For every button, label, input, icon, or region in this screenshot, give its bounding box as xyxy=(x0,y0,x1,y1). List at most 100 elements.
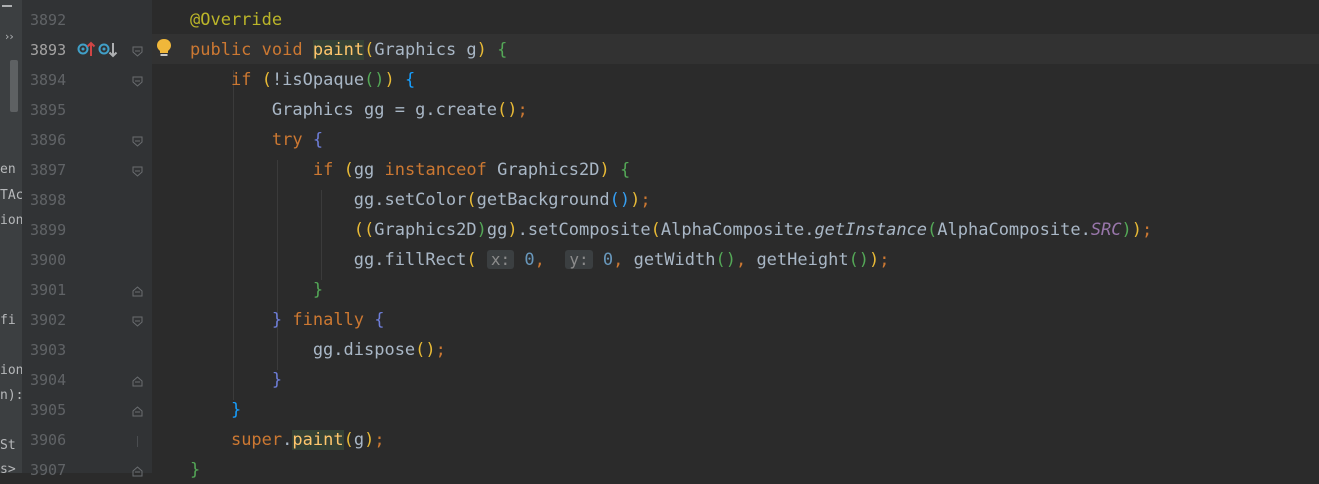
code-token: ( xyxy=(261,70,272,90)
line-number[interactable]: 3905 xyxy=(30,400,74,420)
code-token: AlphaComposite. xyxy=(937,220,1091,240)
fold-close-icon[interactable] xyxy=(132,466,143,477)
code-token: . xyxy=(282,430,293,450)
code-line[interactable]: 3897 if (gg instanceof Graphics2D) { xyxy=(0,154,1297,184)
line-number[interactable]: 3904 xyxy=(30,370,74,390)
bulb-icon[interactable] xyxy=(155,38,173,58)
code-token: @Override xyxy=(190,10,283,30)
line-number[interactable]: 3897 xyxy=(30,160,74,180)
code-token: () xyxy=(497,100,518,120)
fold-open-icon[interactable] xyxy=(132,166,143,177)
code-text[interactable]: super.paint(g); xyxy=(190,429,385,451)
code-token: ( xyxy=(466,250,477,270)
code-text[interactable]: } xyxy=(190,459,200,481)
fold-open-icon[interactable] xyxy=(132,46,143,57)
line-number[interactable]: 3903 xyxy=(30,340,74,360)
override-up-icon[interactable] xyxy=(77,41,96,56)
code-token: ) xyxy=(364,430,375,450)
code-text[interactable]: if (gg instanceof Graphics2D) { xyxy=(190,159,630,181)
code-text[interactable]: gg.setColor(getBackground()); xyxy=(190,189,651,211)
line-number[interactable]: 3900 xyxy=(30,250,74,270)
code-token: ( xyxy=(364,40,375,60)
code-token: public xyxy=(190,40,252,60)
line-number[interactable]: 3898 xyxy=(30,190,74,210)
code-token: gg.fillRect xyxy=(190,250,467,270)
code-text[interactable]: } xyxy=(190,399,241,421)
line-number[interactable]: 3896 xyxy=(30,130,74,150)
code-token: , xyxy=(735,250,757,270)
fold-close-icon[interactable] xyxy=(132,286,143,297)
line-number[interactable]: 3899 xyxy=(30,220,74,240)
code-text[interactable]: try { xyxy=(190,129,323,151)
code-token: { xyxy=(405,70,416,90)
override-markers xyxy=(77,41,118,58)
line-number[interactable]: 3895 xyxy=(30,100,74,120)
fold-open-icon[interactable] xyxy=(132,76,143,87)
fold-close-icon[interactable] xyxy=(132,436,143,447)
code-line[interactable]: 3898 gg.setColor(getBackground()); xyxy=(0,184,1297,214)
code-line[interactable]: 3904 } xyxy=(0,364,1297,394)
parameter-hint: x: xyxy=(486,250,515,269)
code-token: } xyxy=(190,460,201,480)
code-token: } xyxy=(312,280,324,300)
code-line[interactable]: 3900 gg.fillRect( x: 0, y: 0, getWidth()… xyxy=(0,244,1297,274)
code-line[interactable]: 3907} xyxy=(0,454,1297,484)
code-token: ) xyxy=(507,220,518,240)
code-line[interactable]: 3905 } xyxy=(0,394,1297,424)
fold-open-icon[interactable] xyxy=(132,316,143,327)
code-token: if xyxy=(312,160,334,180)
code-token: , xyxy=(534,250,566,270)
code-line[interactable]: 3899 ((Graphics2D)gg).setComposite(Alpha… xyxy=(0,214,1297,244)
code-line[interactable]: 3902 } finally { xyxy=(0,304,1297,334)
code-token: .setComposite xyxy=(517,220,651,240)
code-line[interactable]: 3906 super.paint(g); xyxy=(0,424,1297,454)
line-number[interactable]: 3893 xyxy=(30,40,74,60)
code-line[interactable]: 3903 gg.dispose(); xyxy=(0,334,1297,364)
code-token: AlphaComposite. xyxy=(660,220,815,240)
fold-close-icon[interactable] xyxy=(132,376,143,387)
code-token: if xyxy=(230,70,252,90)
code-token: { xyxy=(374,310,385,330)
code-line[interactable]: 3901 } xyxy=(0,274,1297,304)
code-token: { xyxy=(497,40,508,60)
line-number[interactable]: 3894 xyxy=(30,70,74,90)
code-text[interactable]: if (!isOpaque()) { xyxy=(190,69,415,91)
code-text[interactable]: ((Graphics2D)gg).setComposite(AlphaCompo… xyxy=(190,219,1153,241)
code-text[interactable]: gg.fillRect( x: 0, y: 0, getWidth(), get… xyxy=(190,249,890,271)
fold-open-icon[interactable] xyxy=(132,136,143,147)
code-text[interactable]: } xyxy=(190,369,282,391)
code-token: , xyxy=(613,250,634,270)
line-number[interactable]: 3892 xyxy=(30,10,74,30)
code-token: { xyxy=(312,130,324,150)
code-token: getWidth xyxy=(633,250,716,270)
parameter-hint: y: xyxy=(565,250,593,269)
line-number[interactable]: 3901 xyxy=(30,280,74,300)
code-line[interactable]: 3893 public void paint(Graphics g) { xyxy=(0,34,1297,64)
code-text[interactable]: gg.dispose(); xyxy=(190,339,446,361)
code-text[interactable]: Graphics gg = g.create(); xyxy=(190,99,528,121)
code-text[interactable]: @Override xyxy=(190,9,282,31)
code-token: ; xyxy=(640,190,651,210)
code-line[interactable]: 3895 Graphics gg = g.create(); xyxy=(0,94,1297,124)
line-number[interactable]: 3907 xyxy=(30,460,74,480)
fold-close-icon[interactable] xyxy=(132,406,143,417)
code-text[interactable]: } xyxy=(190,279,323,301)
line-number[interactable]: 3902 xyxy=(30,310,74,330)
code-line[interactable]: 3894 if (!isOpaque()) { xyxy=(0,64,1297,94)
override-down-icon[interactable] xyxy=(98,43,118,58)
code-token: g xyxy=(353,430,365,450)
code-text[interactable]: } finally { xyxy=(190,309,385,331)
line-number[interactable]: 3906 xyxy=(30,430,74,450)
code-line[interactable]: 3892 @Override xyxy=(0,4,1297,34)
code-line[interactable]: 3896 try { xyxy=(0,124,1297,154)
code-text[interactable]: public void paint(Graphics g) { xyxy=(190,39,507,61)
code-token: () xyxy=(364,70,385,90)
